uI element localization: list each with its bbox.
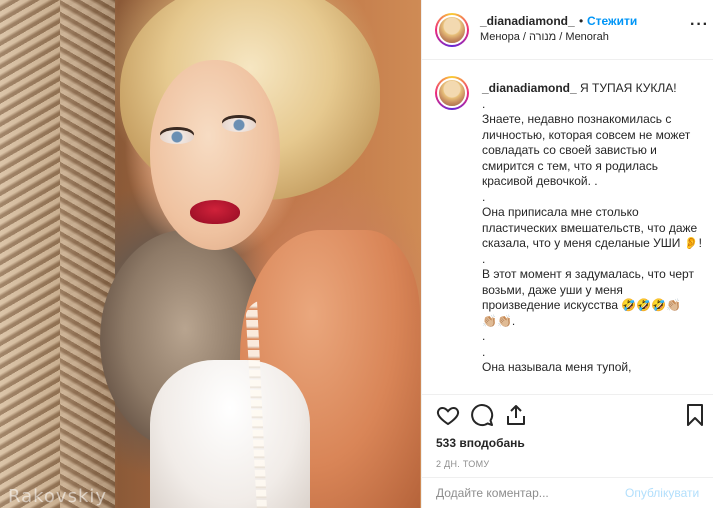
caption-avatar[interactable] (435, 76, 469, 110)
follow-button[interactable]: Стежити (587, 14, 637, 28)
more-dots-icon[interactable]: ··· (690, 16, 709, 34)
caption-text: _dianadiamond_ Я ТУПАЯ КУКЛА! . Знаете, … (482, 81, 704, 376)
header-separator-dot: • (579, 14, 584, 28)
right-eye (222, 118, 256, 132)
post-comment-button[interactable]: Опублікувати (625, 486, 699, 500)
post-side-panel: _dianadiamond_ • Стежити Менора / מנורה … (421, 0, 713, 508)
post-caption: _dianadiamond_ Я ТУПАЯ КУКЛА! . Знаете, … (422, 61, 713, 394)
rope-right (60, 0, 115, 508)
post-photo[interactable]: Rakovskiy (0, 0, 421, 508)
caption-body: . Знаете, недавно познакомилась с личнос… (482, 96, 702, 375)
bookmark-icon[interactable] (683, 403, 707, 427)
white-dress (150, 360, 310, 508)
lips (190, 200, 240, 224)
avatar-image (437, 78, 467, 108)
comment-bar: Опублікувати (422, 477, 713, 503)
likes-count[interactable]: 533 вподобань (436, 436, 525, 450)
post-header: _dianadiamond_ • Стежити Менора / מנורה … (422, 0, 713, 60)
caption-lead: Я ТУПАЯ КУКЛА! (576, 81, 677, 95)
avatar-image (437, 15, 467, 45)
heart-icon[interactable] (436, 403, 460, 427)
location-link[interactable]: Менора / מנורה / Menorah (480, 31, 609, 43)
post-timestamp[interactable]: 2 ДН. ТОМУ (436, 459, 489, 469)
comment-input[interactable] (436, 486, 616, 500)
share-icon[interactable] (504, 403, 528, 427)
header-username[interactable]: _dianadiamond_ (480, 14, 575, 28)
post-actions: 533 вподобань 2 ДН. ТОМУ Опублікувати (422, 394, 713, 502)
left-eye (160, 130, 194, 144)
avatar[interactable] (435, 13, 469, 47)
photo-watermark: Rakovskiy (8, 486, 108, 507)
caption-username[interactable]: _dianadiamond_ (482, 81, 577, 95)
comment-icon[interactable] (470, 403, 494, 427)
